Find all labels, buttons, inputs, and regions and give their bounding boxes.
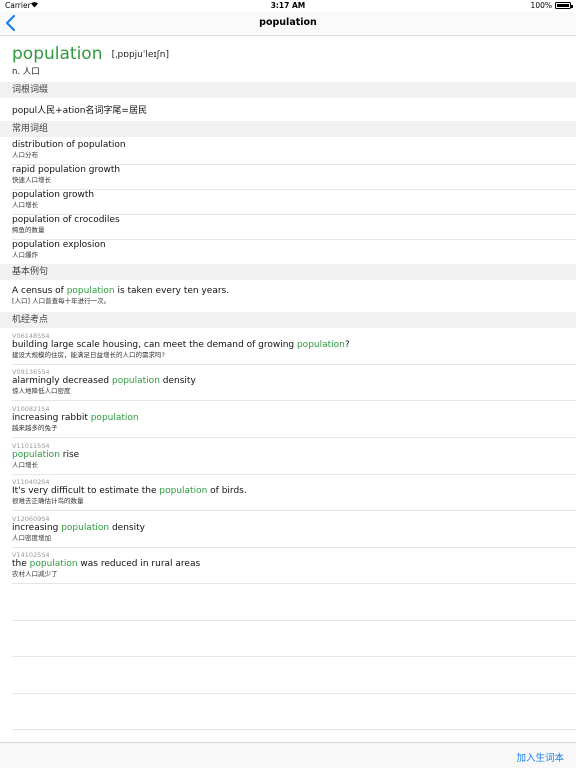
text-fragment: density <box>159 376 196 386</box>
phrase-row[interactable]: rapid population growth 快速人口增长 <box>12 165 576 190</box>
section-header-root: 词根词缀 <box>0 82 576 98</box>
exam-code: V110115S4 <box>12 442 50 450</box>
exam-zh: 农村人口减少了 <box>12 570 58 578</box>
exam-zh: 惊人地降低人口密度 <box>12 387 71 395</box>
keyword-highlight: population <box>90 413 139 423</box>
exam-code: V141025S4 <box>12 551 50 559</box>
exam-point-row[interactable]: V061485S4 building large scale housing, … <box>12 332 576 365</box>
exam-en: increasing population density <box>12 523 576 534</box>
example-zh: [人口] 人口普查每十年进行一次。 <box>12 297 111 305</box>
example-en: A census of population is taken every te… <box>12 286 576 297</box>
keyword-highlight: population <box>66 286 115 296</box>
phonetic: [ˌpɒpjuˈleɪʃn] <box>111 50 169 60</box>
exam-en: building large scale housing, can meet t… <box>12 340 576 351</box>
section-header-phrases: 常用词组 <box>0 121 576 137</box>
exam-en: increasing rabbit population <box>12 413 576 424</box>
exam-en: the population was reduced in rural area… <box>12 559 576 570</box>
example-sentence: A census of population is taken every te… <box>12 286 576 311</box>
exam-point-row[interactable]: V110115S4 population rise 人口增长 <box>12 442 576 475</box>
exam-point-row[interactable]: V141025S4 the population was reduced in … <box>12 551 576 584</box>
exam-en: alarmingly decreased population density <box>12 376 576 387</box>
exam-code: V100821S4 <box>12 405 50 413</box>
exam-code: V110402S4 <box>12 478 50 486</box>
exam-point-row[interactable]: V091365S4 alarmingly decreased populatio… <box>12 368 576 401</box>
exam-point-row[interactable]: V110402S4 It's very difficult to estimat… <box>12 478 576 511</box>
exam-code: V091365S4 <box>12 368 50 376</box>
exam-point-row[interactable]: V120609S4 increasing population density … <box>12 515 576 548</box>
phrase-en: population explosion <box>12 240 106 250</box>
section-header-exam: 机经考点 <box>0 312 576 328</box>
phrase-zh: 人口分布 <box>12 151 38 159</box>
empty-row-divider <box>12 656 576 657</box>
headword-block: population [ˌpɒpjuˈleɪʃn] n. 人口 <box>12 44 169 77</box>
battery-percent: 100% <box>530 1 552 10</box>
phrase-zh: 人口增长 <box>12 201 38 209</box>
phrase-row[interactable]: population of crocodiles 鳄鱼的数量 <box>12 215 576 240</box>
exam-point-row[interactable]: V100821S4 increasing rabbit population 越… <box>12 405 576 438</box>
keyword-highlight: population <box>112 376 160 386</box>
text-fragment: building large scale housing, can meet t… <box>12 340 297 350</box>
keyword-highlight: population <box>12 450 60 460</box>
text-fragment: was reduced in rural areas <box>77 559 201 569</box>
status-bar: Carrier 3:17 AM 100% <box>0 0 576 12</box>
exam-zh: 人口密度增加 <box>12 534 51 542</box>
exam-code: V120609S4 <box>12 515 50 523</box>
phrase-row[interactable]: population explosion 人口爆炸 <box>12 240 576 264</box>
keyword-highlight: population <box>159 486 208 496</box>
headword: population <box>12 44 103 64</box>
text-fragment: It's very difficult to estimate the <box>12 486 160 496</box>
phrase-en: population of crocodiles <box>12 215 120 225</box>
exam-zh: 很难去正确估计鸟的数量 <box>12 497 84 505</box>
section-header-examples: 基本例句 <box>0 264 576 280</box>
exam-zh: 越来越多的兔子 <box>12 424 58 432</box>
text-fragment: is taken every ten years. <box>114 286 230 296</box>
part-of-speech: n. 人口 <box>12 67 40 77</box>
empty-row-divider <box>12 729 576 730</box>
text-fragment: rise <box>59 450 80 460</box>
root-text: popul人民+ation名词字尾=居民 <box>12 106 147 116</box>
phrase-en: rapid population growth <box>12 165 121 175</box>
phrase-zh: 鳄鱼的数量 <box>12 226 45 234</box>
exam-zh: 建设大规模的住房，能满足日益增长的人口的需求吗? <box>12 351 165 359</box>
keyword-highlight: population <box>61 523 110 533</box>
phrase-zh: 人口爆炸 <box>12 251 38 259</box>
chevron-left-icon <box>5 14 16 32</box>
text-fragment: increasing rabbit <box>12 413 91 423</box>
navigation-bar: population <box>0 12 576 36</box>
bottom-toolbar: 加入生词本 <box>0 742 576 768</box>
phrase-en: distribution of population <box>12 140 126 150</box>
exam-en: It's very difficult to estimate the popu… <box>12 486 576 497</box>
page-title: population <box>259 17 317 28</box>
empty-row-divider <box>12 693 576 694</box>
battery-icon <box>555 2 573 9</box>
phrase-row[interactable]: population growth 人口增长 <box>12 190 576 215</box>
keyword-highlight: population <box>29 559 78 569</box>
phrase-en: population growth <box>12 190 95 200</box>
exam-en: population rise <box>12 450 576 461</box>
back-button[interactable] <box>4 14 22 34</box>
clock: 3:17 AM <box>270 1 306 10</box>
exam-zh: 人口增长 <box>12 461 38 469</box>
text-fragment: density <box>109 523 145 533</box>
text-fragment: the <box>12 559 30 569</box>
text-fragment: alarmingly decreased <box>12 376 112 386</box>
phrase-zh: 快速人口增长 <box>12 176 51 184</box>
phrase-row[interactable]: distribution of population 人口分布 <box>12 140 576 165</box>
text-fragment: A census of <box>12 286 67 296</box>
text-fragment: ? <box>344 340 350 350</box>
empty-row-divider <box>12 620 576 621</box>
add-to-wordbook-button[interactable]: 加入生词本 <box>516 750 564 764</box>
exam-code: V061485S4 <box>12 332 50 340</box>
text-fragment: increasing <box>12 523 62 533</box>
keyword-highlight: population <box>296 340 345 350</box>
text-fragment: of birds. <box>207 486 247 496</box>
